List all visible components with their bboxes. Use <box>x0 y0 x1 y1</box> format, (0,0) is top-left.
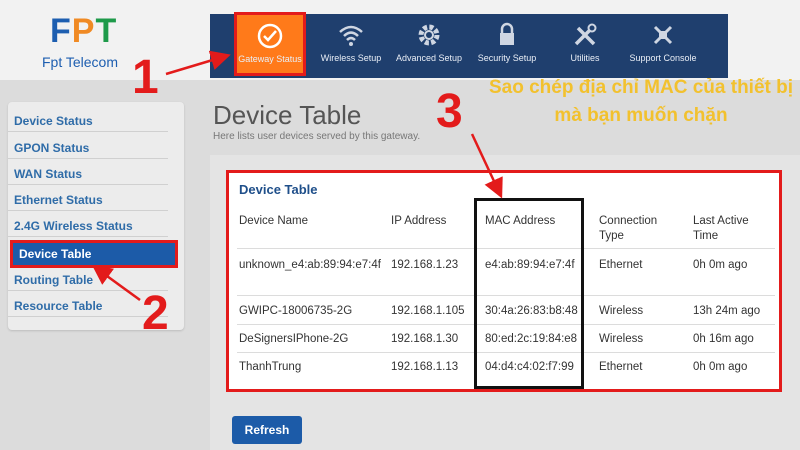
arrow-step-2 <box>91 265 141 302</box>
arrow-step-3 <box>470 133 503 199</box>
arrow-step-1 <box>165 50 231 76</box>
annotation-arrows <box>91 50 503 302</box>
